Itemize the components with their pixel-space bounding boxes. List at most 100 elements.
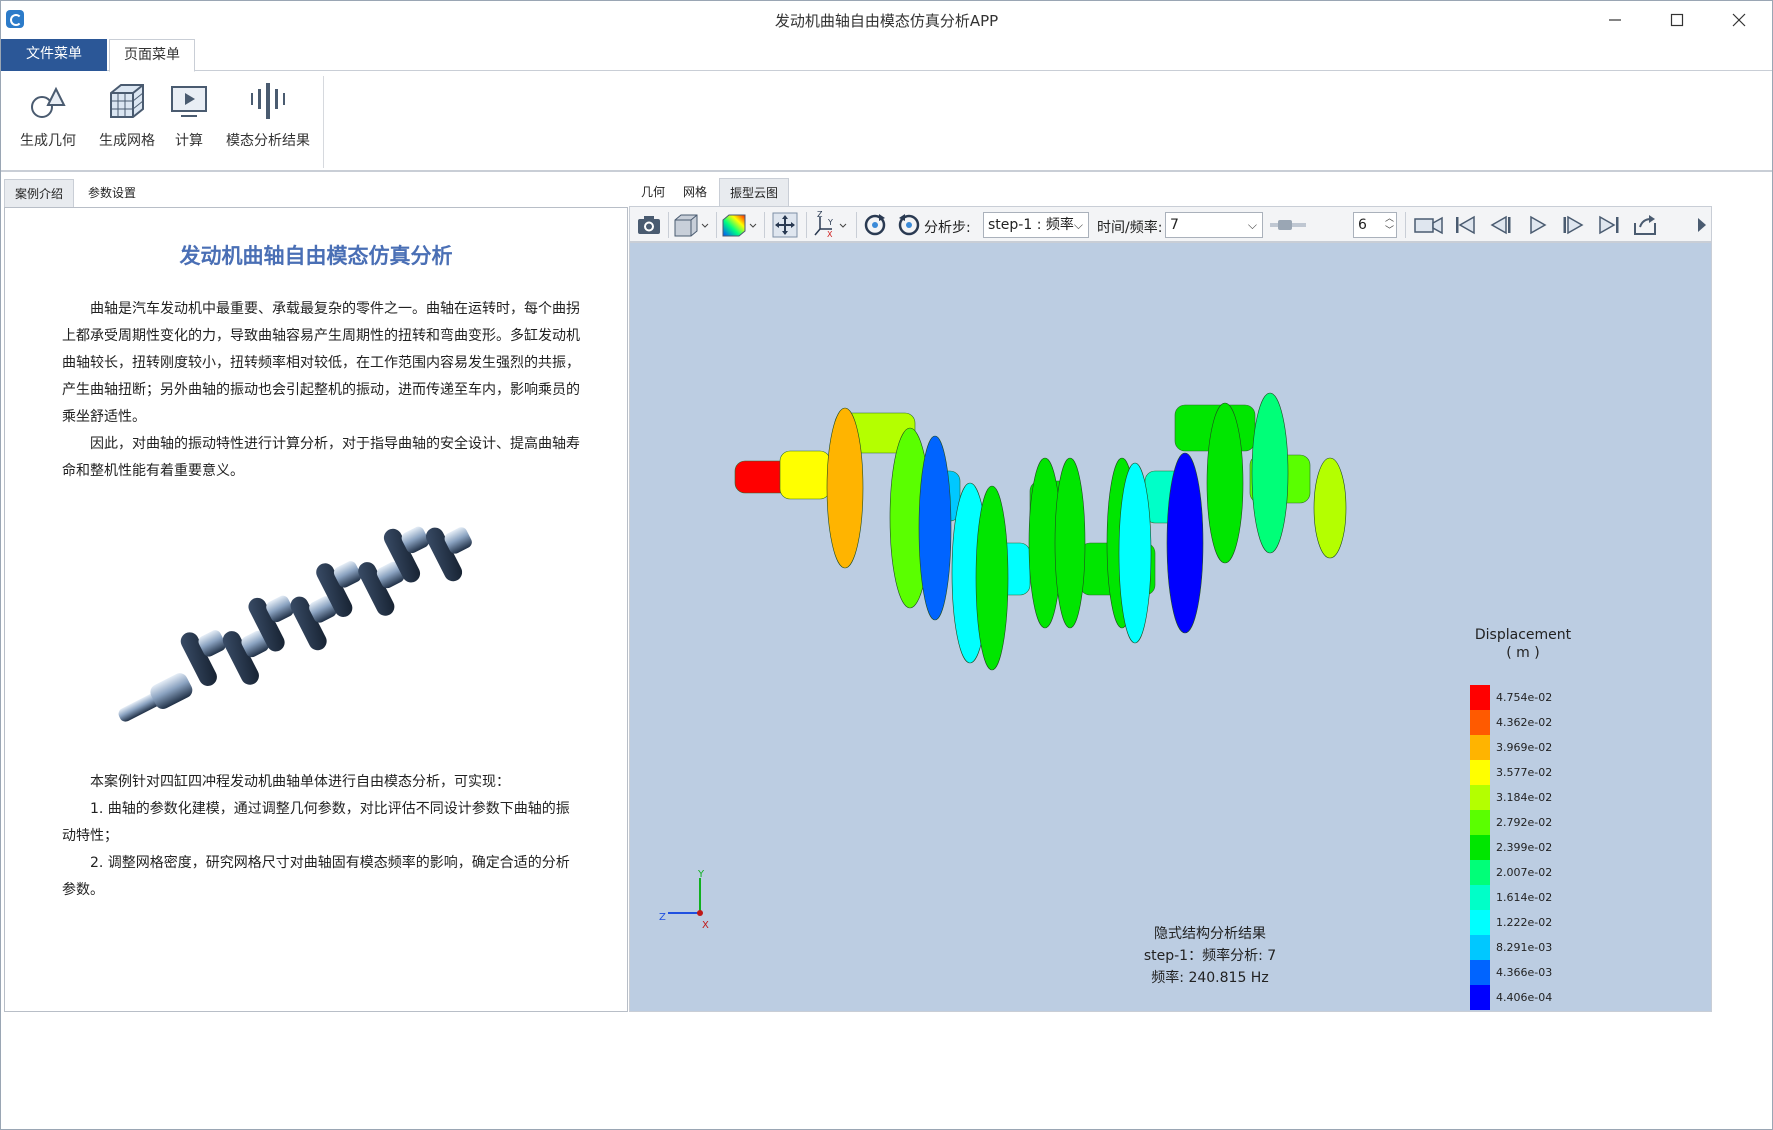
play-icon <box>1530 215 1547 235</box>
frame-spinbox[interactable]: 6 ︿ ﹀ <box>1353 212 1397 238</box>
legend-value: 3.577e-02 <box>1496 766 1553 779</box>
chevron-down-icon: ⌵ <box>1073 218 1083 232</box>
rotate-view-button[interactable] <box>894 211 924 239</box>
axis-x-label: X <box>702 920 709 931</box>
xyz-axes-icon: ZYX <box>814 211 847 239</box>
next-frame-button[interactable] <box>1558 211 1588 239</box>
modal-results-button[interactable]: 模态分析结果 <box>219 78 317 164</box>
menu-bar: 文件菜单 页面菜单 <box>1 39 1772 72</box>
result-info: 隐式结构分析结果 step-1：频率分析: 7 频率: 240.815 Hz <box>1090 923 1330 989</box>
maximize-button[interactable] <box>1646 1 1708 39</box>
camera-icon <box>638 216 660 234</box>
ribbon-divider <box>323 76 324 168</box>
toolbar-overflow-button[interactable] <box>1694 211 1710 239</box>
time-frequency-label: 时间/频率: <box>1097 220 1163 236</box>
last-frame-button[interactable] <box>1594 211 1624 239</box>
legend-value: 2.007e-02 <box>1496 866 1553 879</box>
generate-mesh-label: 生成网格 <box>99 133 155 149</box>
legend-value: 4.754e-02 <box>1496 691 1553 704</box>
close-button[interactable] <box>1708 1 1770 39</box>
compute-button[interactable]: 计算 <box>169 78 209 164</box>
legend-value: 3.184e-02 <box>1496 791 1553 804</box>
legend-value: 2.792e-02 <box>1496 816 1553 829</box>
legend-value: 3.969e-02 <box>1496 741 1553 754</box>
result-title: 隐式结构分析结果 <box>1154 926 1266 942</box>
app-window: 发动机曲轴自由模态仿真分析APP 文件菜单 页面菜单 生成几何 生成网格 计算 … <box>0 0 1773 1130</box>
previous-frame-button[interactable] <box>1486 211 1516 239</box>
legend-swatch <box>1470 710 1490 735</box>
legend-value: 8.291e-03 <box>1496 941 1553 954</box>
legend-value: 4.362e-02 <box>1496 716 1553 729</box>
chevron-down-icon: ⌵ <box>1247 218 1257 232</box>
geometry-shapes-icon <box>26 78 70 124</box>
crank-web <box>1251 392 1289 554</box>
axis-z-label: Z <box>659 912 666 923</box>
first-frame-button[interactable] <box>1450 211 1480 239</box>
analysis-step-label: 分析步: <box>924 220 971 236</box>
generate-mesh-button[interactable]: 生成网格 <box>93 78 161 164</box>
crank-web <box>918 435 952 621</box>
tab-geometry-view[interactable]: 几何 <box>633 178 673 206</box>
tab-case-intro[interactable]: 案例介绍 <box>4 179 74 207</box>
result-step: step-1：频率分析: 7 <box>1143 948 1277 964</box>
toolbar-divider <box>856 212 857 238</box>
analysis-step-value: step-1 : 频率 <box>988 217 1074 233</box>
legend-swatch <box>1470 735 1490 760</box>
play-monitor-icon <box>167 78 211 124</box>
legend-swatch <box>1470 910 1490 935</box>
axis-triad-icon: Y Z X <box>659 869 709 931</box>
view-cube-dropdown[interactable] <box>672 211 712 239</box>
legend-value: 2.399e-02 <box>1496 841 1553 854</box>
tab-mesh-view[interactable]: 网格 <box>675 178 715 206</box>
rotate-icon <box>864 214 886 236</box>
rotate-reset-button[interactable] <box>860 211 890 239</box>
analysis-step-select[interactable]: step-1 : 频率 ⌵ <box>983 212 1089 238</box>
maximize-icon <box>1670 13 1684 27</box>
export-share-icon <box>1634 215 1656 235</box>
menu-tab-file[interactable]: 文件菜单 <box>1 39 107 71</box>
crank-web <box>1166 452 1204 634</box>
generate-geometry-label: 生成几何 <box>20 133 76 149</box>
tab-mode-shape-view[interactable]: 振型云图 <box>719 178 789 206</box>
toolbar-divider <box>806 212 807 238</box>
move-arrows-icon <box>772 212 798 238</box>
legend-value: 1.222e-02 <box>1496 916 1553 929</box>
generate-geometry-button[interactable]: 生成几何 <box>16 78 80 164</box>
time-frequency-value: 7 <box>1170 217 1179 233</box>
case-intro-panel: 发动机曲轴自由模态仿真分析 曲轴是汽车发动机中最重要、承载最复杂的零件之一。曲轴… <box>4 207 628 1012</box>
vibration-bars-icon <box>246 78 290 124</box>
modal-results-label: 模态分析结果 <box>226 133 310 149</box>
contour-style-dropdown[interactable] <box>720 211 760 239</box>
crank-web <box>826 407 864 569</box>
frame-slider[interactable] <box>1270 211 1306 239</box>
doc-paragraph-significance: 因此，对曲轴的振动特性进行计算分析，对于指导曲轴的安全设计、提高曲轴寿命和整机性… <box>62 436 580 479</box>
record-video-button[interactable] <box>1412 211 1446 239</box>
axis-orientation-dropdown[interactable]: ZYX <box>812 211 852 239</box>
result-frequency: 频率: 240.815 Hz <box>1151 970 1269 986</box>
play-button[interactable] <box>1522 211 1552 239</box>
mode-shape-viewport[interactable]: Displacement ( m ) 4.754e-02 4.362e-02 3.9… <box>629 242 1712 1012</box>
toolbar-divider <box>764 212 765 238</box>
legend-swatch <box>1470 885 1490 910</box>
mesh-cube-icon <box>105 78 149 124</box>
menu-tab-page[interactable]: 页面菜单 <box>109 39 195 72</box>
export-button[interactable] <box>1630 211 1662 239</box>
step-back-icon <box>1490 215 1511 235</box>
tab-param-settings[interactable]: 参数设置 <box>74 179 150 207</box>
window-title: 发动机曲轴自由模态仿真分析APP <box>774 12 999 30</box>
pan-button[interactable] <box>770 211 800 239</box>
minimize-button[interactable] <box>1584 1 1646 39</box>
legend-value: 4.406e-04 <box>1496 991 1553 1004</box>
crank-web <box>1118 462 1152 644</box>
legend-value: 4.366e-03 <box>1496 966 1553 979</box>
legend-swatch <box>1470 985 1490 1010</box>
crank-web <box>1313 457 1347 559</box>
axis-y-label: Y <box>697 869 705 880</box>
minimize-icon <box>1609 19 1621 21</box>
legend-swatch <box>1470 960 1490 985</box>
screenshot-button[interactable] <box>634 211 664 239</box>
compute-label: 计算 <box>175 133 203 149</box>
time-frequency-select[interactable]: 7 ⌵ <box>1165 212 1263 238</box>
legend-unit: ( m ) <box>1506 645 1540 661</box>
crank-journal <box>779 450 831 500</box>
